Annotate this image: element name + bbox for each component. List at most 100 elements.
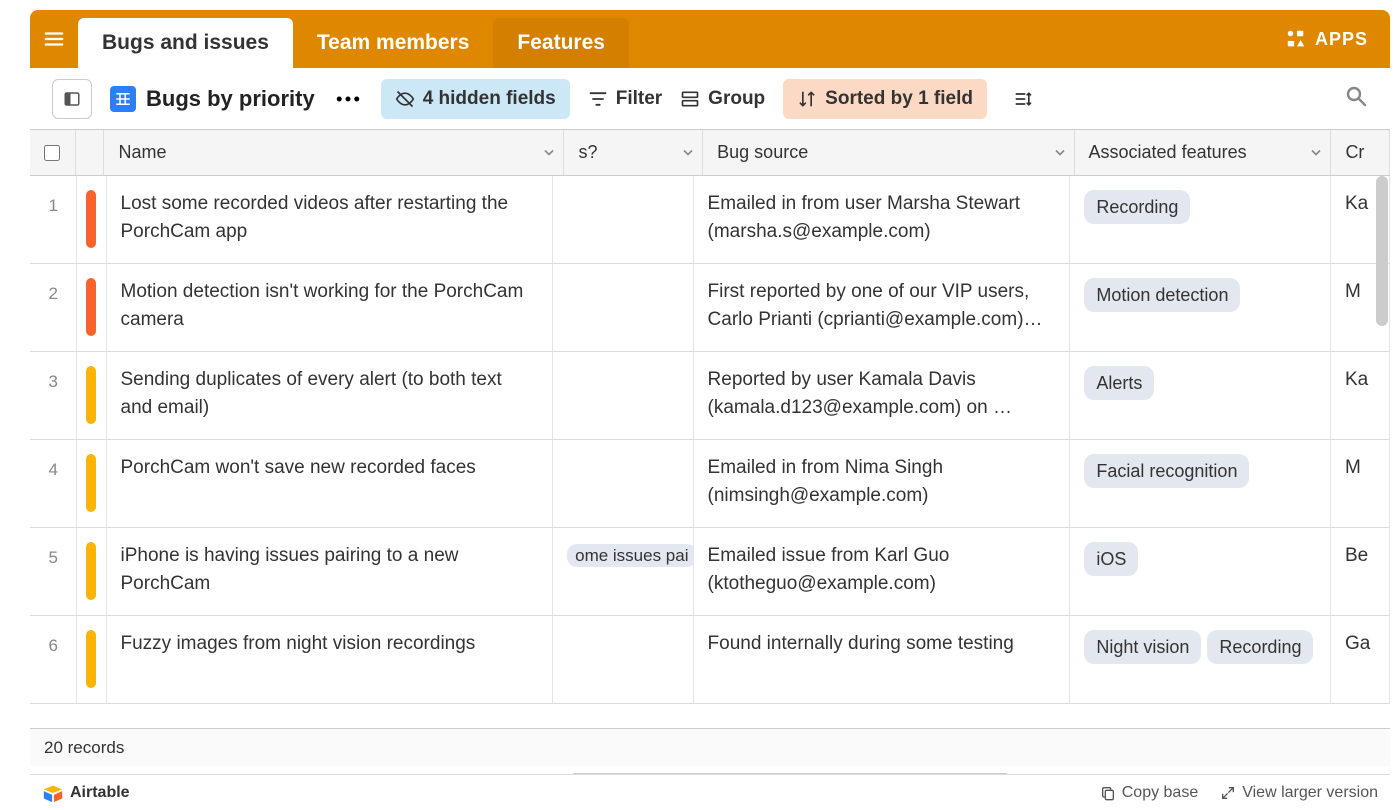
s-cell[interactable] xyxy=(553,616,693,703)
column-features-label: Associated features xyxy=(1089,142,1247,163)
view-name-label: Bugs by priority xyxy=(146,86,315,112)
table-row[interactable]: 3 Sending duplicates of every alert (to b… xyxy=(30,352,1390,440)
column-s-label: s? xyxy=(578,142,597,163)
group-label: Group xyxy=(708,88,765,110)
apps-button[interactable]: APPS xyxy=(1263,28,1390,50)
table-row[interactable]: 5 iPhone is having issues pairing to a ne… xyxy=(30,528,1390,616)
name-cell[interactable]: iPhone is having issues pairing to a new… xyxy=(107,528,554,615)
menu-button[interactable] xyxy=(30,10,78,68)
sort-button[interactable]: Sorted by 1 field xyxy=(783,79,987,119)
priority-cell xyxy=(77,176,106,263)
group-icon xyxy=(680,89,700,109)
toggle-sidebar-button[interactable] xyxy=(52,79,92,119)
panel-icon xyxy=(63,90,81,108)
feature-chip[interactable]: Facial recognition xyxy=(1084,454,1249,488)
created-cell[interactable]: M xyxy=(1331,440,1390,527)
bug-source-cell[interactable]: Emailed in from user Marsha Stewart (mar… xyxy=(694,176,1071,263)
apps-label: APPS xyxy=(1315,29,1368,50)
feature-chip[interactable]: Recording xyxy=(1084,190,1190,224)
brand-label: Airtable xyxy=(70,784,130,802)
dots-icon xyxy=(333,84,363,114)
filter-label: Filter xyxy=(616,88,662,110)
column-name[interactable]: Name xyxy=(104,130,564,175)
column-created[interactable]: Cr xyxy=(1331,130,1390,175)
features-cell[interactable]: Night visionRecording xyxy=(1070,616,1331,703)
name-cell[interactable]: Sending duplicates of every alert (to bo… xyxy=(107,352,554,439)
feature-chip[interactable]: iOS xyxy=(1084,542,1138,576)
vertical-scrollbar[interactable] xyxy=(1376,176,1388,326)
group-button[interactable]: Group xyxy=(680,88,765,110)
view-larger-button[interactable]: View larger version xyxy=(1220,784,1378,802)
view-larger-label: View larger version xyxy=(1242,784,1378,802)
bug-source-cell[interactable]: Reported by user Kamala Davis (kamala.d1… xyxy=(694,352,1071,439)
row-number[interactable]: 1 xyxy=(30,176,77,263)
column-s[interactable]: s? xyxy=(564,130,703,175)
name-cell[interactable]: Lost some recorded videos after restarti… xyxy=(107,176,554,263)
view-name[interactable]: Bugs by priority xyxy=(110,86,315,112)
row-number[interactable]: 4 xyxy=(30,440,77,527)
view-options-button[interactable] xyxy=(333,84,363,114)
search-icon xyxy=(1344,84,1368,108)
feature-chip[interactable]: Recording xyxy=(1207,630,1313,664)
priority-cell xyxy=(77,616,106,703)
priority-cell xyxy=(77,264,106,351)
row-number[interactable]: 2 xyxy=(30,264,77,351)
chevron-down-icon xyxy=(682,142,694,163)
row-height-icon xyxy=(1013,89,1033,109)
name-cell[interactable]: Fuzzy images from night vision recording… xyxy=(107,616,554,703)
grid-header: Name s? Bug source Associated features C… xyxy=(30,130,1390,176)
brand[interactable]: Airtable xyxy=(42,782,130,804)
row-number[interactable]: 6 xyxy=(30,616,77,703)
hamburger-icon xyxy=(43,28,65,50)
name-cell[interactable]: PorchCam won't save new recorded faces xyxy=(107,440,554,527)
tab-features[interactable]: Features xyxy=(493,18,629,68)
copy-base-button[interactable]: Copy base xyxy=(1100,784,1199,802)
column-name-label: Name xyxy=(118,142,166,163)
search-button[interactable] xyxy=(1344,84,1368,113)
bug-source-cell[interactable]: Found internally during some testing xyxy=(694,616,1071,703)
column-associated-features[interactable]: Associated features xyxy=(1075,130,1332,175)
column-priority[interactable] xyxy=(76,130,105,175)
row-number[interactable]: 3 xyxy=(30,352,77,439)
tab-team-members[interactable]: Team members xyxy=(293,18,494,68)
features-cell[interactable]: iOS xyxy=(1070,528,1331,615)
row-height-button[interactable] xyxy=(1013,89,1033,109)
bug-source-cell[interactable]: Emailed in from Nima Singh (nimsingh@exa… xyxy=(694,440,1071,527)
select-all-checkbox[interactable] xyxy=(44,145,60,161)
chip: ome issues pai xyxy=(567,544,693,567)
select-all[interactable] xyxy=(30,130,76,175)
row-number[interactable]: 5 xyxy=(30,528,77,615)
tab-bugs[interactable]: Bugs and issues xyxy=(78,18,293,68)
feature-chip[interactable]: Alerts xyxy=(1084,366,1154,400)
embed-footer: Airtable Copy base View larger version xyxy=(30,774,1390,810)
created-cell[interactable]: Ka xyxy=(1331,352,1390,439)
apps-icon xyxy=(1285,28,1307,50)
filter-button[interactable]: Filter xyxy=(588,88,662,110)
table-row[interactable]: 2 Motion detection isn't working for the … xyxy=(30,264,1390,352)
features-cell[interactable]: Recording xyxy=(1070,176,1331,263)
s-cell[interactable]: ome issues pai xyxy=(553,528,693,615)
table-row[interactable]: 1 Lost some recorded videos after restart… xyxy=(30,176,1390,264)
column-bug-source[interactable]: Bug source xyxy=(703,130,1074,175)
table-row[interactable]: 4 PorchCam won't save new recorded faces E… xyxy=(30,440,1390,528)
s-cell[interactable] xyxy=(553,352,693,439)
created-cell[interactable]: Be xyxy=(1331,528,1390,615)
record-count: 20 records xyxy=(30,728,1390,766)
tab-bar: Bugs and issues Team members Features AP… xyxy=(30,10,1390,68)
feature-chip[interactable]: Night vision xyxy=(1084,630,1201,664)
features-cell[interactable]: Alerts xyxy=(1070,352,1331,439)
features-cell[interactable]: Facial recognition xyxy=(1070,440,1331,527)
priority-bar xyxy=(86,278,96,336)
bug-source-cell[interactable]: First reported by one of our VIP users, … xyxy=(694,264,1071,351)
feature-chip[interactable]: Motion detection xyxy=(1084,278,1240,312)
priority-cell xyxy=(77,528,106,615)
bug-source-cell[interactable]: Emailed issue from Karl Guo (ktotheguo@e… xyxy=(694,528,1071,615)
created-cell[interactable]: Ga xyxy=(1331,616,1390,703)
features-cell[interactable]: Motion detection xyxy=(1070,264,1331,351)
s-cell[interactable] xyxy=(553,264,693,351)
hidden-fields-button[interactable]: 4 hidden fields xyxy=(381,79,570,119)
s-cell[interactable] xyxy=(553,176,693,263)
s-cell[interactable] xyxy=(553,440,693,527)
table-row[interactable]: 6 Fuzzy images from night vision recordin… xyxy=(30,616,1390,704)
name-cell[interactable]: Motion detection isn't working for the P… xyxy=(107,264,554,351)
